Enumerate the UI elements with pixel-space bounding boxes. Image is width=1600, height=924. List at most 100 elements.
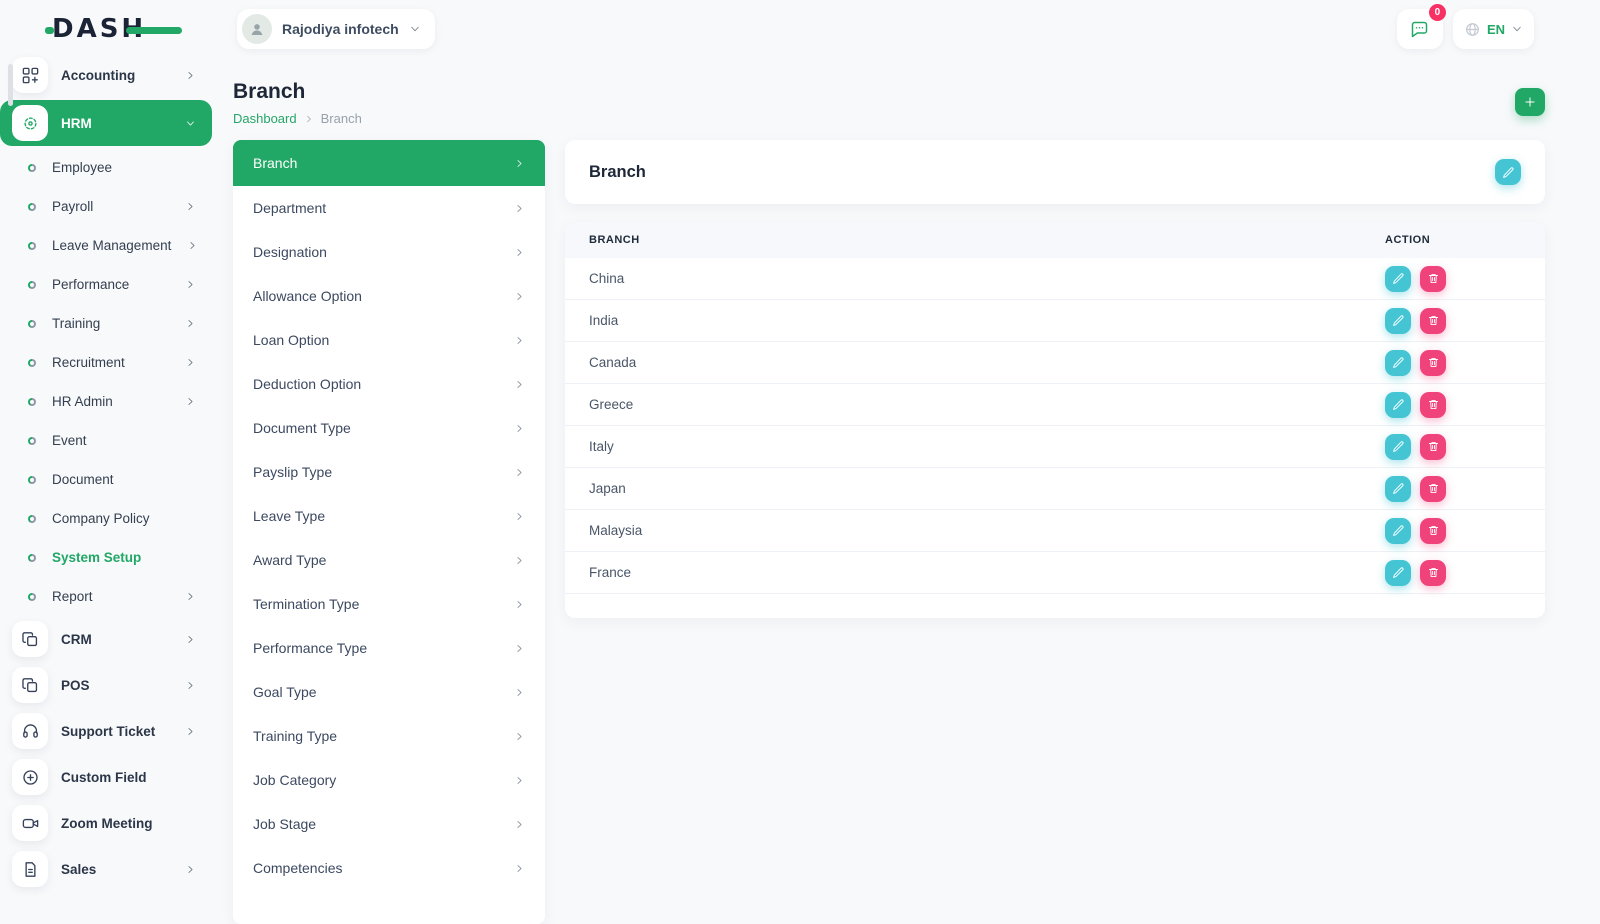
sidebar-item-custom-field[interactable]: Custom Field [0,754,212,800]
sidebar-item-crm[interactable]: CRM [0,616,212,662]
submenu-item-job-category[interactable]: Job Category [233,758,545,802]
submenu-item-goal-type[interactable]: Goal Type [233,670,545,714]
submenu-item-department[interactable]: Department [233,186,545,230]
sidebar-item-report[interactable]: Report [0,577,212,616]
chevron-right-icon [514,555,525,566]
submenu-item-leave-type[interactable]: Leave Type [233,494,545,538]
row-actions [1385,392,1545,418]
video-icon [12,805,48,841]
sidebar-item-label: Recruitment [52,355,169,370]
company-switcher[interactable]: Rajodiya infotech [237,9,435,49]
trash-icon [1427,272,1440,285]
edit-branch-button[interactable] [1385,476,1411,502]
table-row: Italy [565,426,1545,468]
trash-icon [1427,482,1440,495]
table-row: Japan [565,468,1545,510]
sidebar-item-zoom-meeting[interactable]: Zoom Meeting [0,800,212,846]
bullet-icon [28,320,36,328]
chevron-right-icon [514,423,525,434]
submenu-item-payslip-type[interactable]: Payslip Type [233,450,545,494]
panel-edit-button[interactable] [1495,159,1521,185]
chevron-right-icon [185,318,196,329]
delete-branch-button[interactable] [1420,308,1446,334]
sidebar-item-document[interactable]: Document [0,460,212,499]
edit-branch-button[interactable] [1385,434,1411,460]
sidebar-item-company-policy[interactable]: Company Policy [0,499,212,538]
sidebar-item-sales[interactable]: Sales [0,846,212,892]
topbar: DASH Rajodiya infotech 0 EN [0,0,1600,58]
sidebar-item-label: HRM [61,116,172,131]
delete-branch-button[interactable] [1420,560,1446,586]
target-icon [12,105,48,141]
submenu-item-competencies[interactable]: Competencies [233,846,545,890]
plus-icon [1523,95,1537,109]
breadcrumb-current: Branch [321,111,362,126]
submenu-item-termination-type[interactable]: Termination Type [233,582,545,626]
chevron-right-icon [514,158,525,169]
edit-branch-button[interactable] [1385,350,1411,376]
company-name: Rajodiya infotech [282,21,399,37]
submenu-item-designation[interactable]: Designation [233,230,545,274]
sidebar-item-event[interactable]: Event [0,421,212,460]
chevron-right-icon [185,396,196,407]
edit-branch-button[interactable] [1385,308,1411,334]
row-actions [1385,308,1545,334]
trash-icon [1427,524,1440,537]
submenu-item-award-type[interactable]: Award Type [233,538,545,582]
delete-branch-button[interactable] [1420,350,1446,376]
submenu-item-label: Document Type [253,420,514,436]
bullet-icon [28,203,36,211]
sidebar-item-training[interactable]: Training [0,304,212,343]
bullet-icon [28,242,36,250]
edit-branch-button[interactable] [1385,266,1411,292]
sidebar-item-payroll[interactable]: Payroll [0,187,212,226]
submenu-item-loan-option[interactable]: Loan Option [233,318,545,362]
sidebar: Accounting HRM Employee Payroll Leave Manage… [0,52,212,900]
chevron-right-icon [185,591,196,602]
sidebar-item-employee[interactable]: Employee [0,148,212,187]
chevron-right-icon [185,864,196,875]
sidebar-item-accounting[interactable]: Accounting [0,52,212,98]
sidebar-item-hrm[interactable]: HRM [0,100,212,146]
messages-button[interactable]: 0 [1397,9,1443,49]
trash-icon [1427,314,1440,327]
table-row: Malaysia [565,510,1545,552]
sidebar-item-leave-management[interactable]: Leave Management [0,226,212,265]
delete-branch-button[interactable] [1420,266,1446,292]
submenu-item-job-stage[interactable]: Job Stage [233,802,545,846]
sidebar-item-recruitment[interactable]: Recruitment [0,343,212,382]
language-selector[interactable]: EN [1453,9,1534,49]
breadcrumb-dashboard[interactable]: Dashboard [233,111,297,126]
edit-branch-button[interactable] [1385,518,1411,544]
bullet-icon [28,359,36,367]
sidebar-item-support-ticket[interactable]: Support Ticket [0,708,212,754]
page-header: Branch Dashboard Branch [233,80,1545,126]
sidebar-item-performance[interactable]: Performance [0,265,212,304]
delete-branch-button[interactable] [1420,392,1446,418]
sidebar-item-pos[interactable]: POS [0,662,212,708]
delete-branch-button[interactable] [1420,434,1446,460]
sidebar-item-system-setup[interactable]: System Setup [0,538,212,577]
sidebar-item-label: Payroll [52,199,169,214]
submenu-item-performance-type[interactable]: Performance Type [233,626,545,670]
grid-icon [21,66,40,85]
delete-branch-button[interactable] [1420,518,1446,544]
submenu-item-allowance-option[interactable]: Allowance Option [233,274,545,318]
submenu-item-label: Job Stage [253,816,514,832]
edit-branch-button[interactable] [1385,392,1411,418]
submenu-item-training-type[interactable]: Training Type [233,714,545,758]
bullet-icon [28,437,36,445]
sidebar-scrollbar[interactable] [8,64,13,106]
app-logo[interactable]: DASH [52,11,202,47]
submenu-item-branch[interactable]: Branch [233,140,545,186]
plus-circle-icon [21,768,40,787]
table-row: China [565,258,1545,300]
sidebar-item-label: Accounting [61,68,172,83]
column-header-action: ACTION [1385,234,1545,246]
submenu-item-document-type[interactable]: Document Type [233,406,545,450]
sidebar-item-hr-admin[interactable]: HR Admin [0,382,212,421]
edit-branch-button[interactable] [1385,560,1411,586]
submenu-item-deduction-option[interactable]: Deduction Option [233,362,545,406]
add-branch-button[interactable] [1515,88,1545,116]
delete-branch-button[interactable] [1420,476,1446,502]
